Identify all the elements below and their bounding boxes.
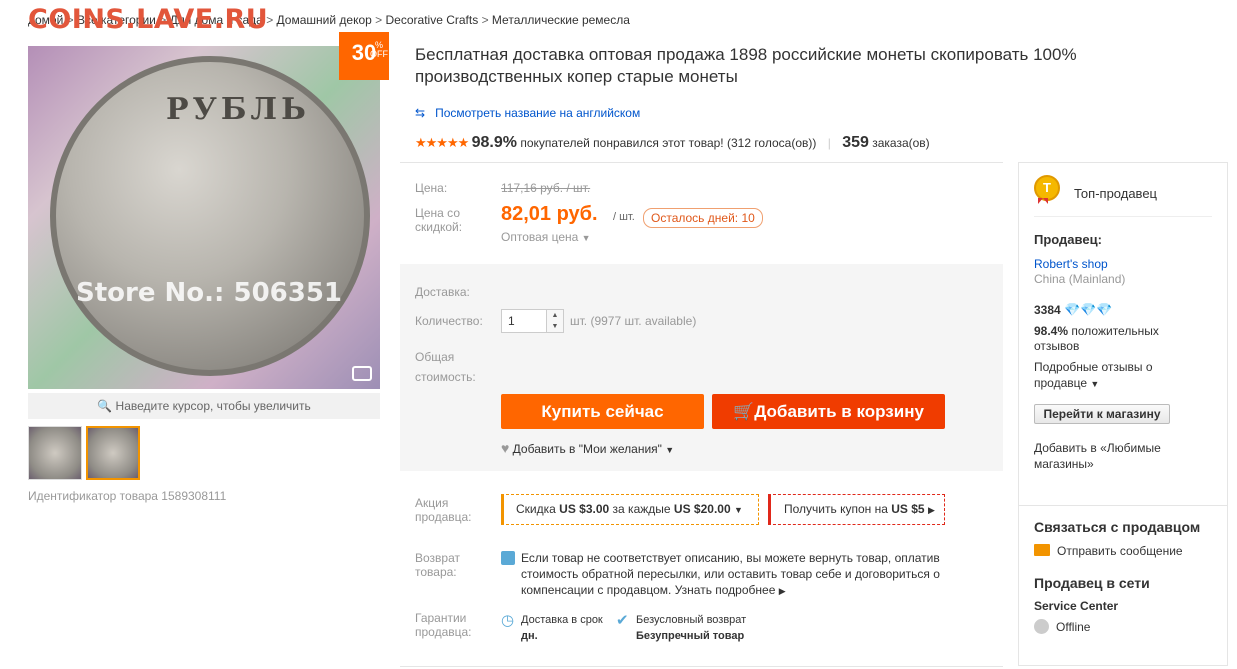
learn-more-link[interactable]: Узнать подробнее ▶ — [675, 583, 786, 597]
returns-label: Возврат товара: — [415, 551, 460, 579]
coin-image: РУБЛЬ — [50, 56, 370, 376]
contact-seller-heading: Связаться с продавцом — [1034, 519, 1201, 535]
chevron-down-icon: ▼ — [665, 445, 675, 455]
breadcrumb-home-decor[interactable]: Домашний декор — [277, 13, 372, 27]
shipping-label: Доставка: — [415, 285, 470, 299]
envelope-icon — [1034, 544, 1050, 556]
divider — [1019, 505, 1227, 506]
buy-now-button[interactable]: Купить сейчас — [501, 394, 704, 429]
divider — [1034, 216, 1212, 217]
service-center-label: Service Center — [1034, 599, 1119, 613]
seller-score[interactable]: 3384 💎💎💎 — [1034, 302, 1113, 318]
breadcrumb-decorative-crafts[interactable]: Decorative Crafts — [386, 13, 479, 27]
diamond-icon: 💎💎💎 — [1064, 302, 1113, 317]
quantity-stepper[interactable]: ▲ ▼ — [546, 310, 563, 332]
seller-discount-dropdown[interactable]: Скидка US $3.00 за каждые US $20.00 ▼ — [501, 494, 759, 525]
detailed-feedback-toggle[interactable]: Подробные отзывы о продавце ▼ — [1034, 359, 1153, 392]
translate-icon: ⇆ — [415, 106, 426, 120]
product-id: Идентификатор товара 1589308111 — [28, 489, 227, 503]
thumbnail-1[interactable] — [28, 426, 82, 480]
go-to-store-button[interactable]: Перейти к магазину — [1034, 404, 1170, 424]
product-title: Бесплатная доставка оптовая продажа 1898… — [415, 45, 1077, 86]
available-text: шт. (9977 шт. available) — [570, 314, 697, 328]
on-time-delivery: Доставка в срок дн. — [521, 614, 603, 642]
quantity-label: Количество: — [415, 314, 483, 328]
store-watermark: Store No.: 506351 — [76, 278, 343, 308]
shop-name-link[interactable]: Robert's shop — [1034, 257, 1108, 271]
return-guarantee-icon: ✔ — [616, 612, 629, 629]
rating-text[interactable]: покупателей понравился этот товар! (312 … — [520, 136, 816, 150]
days-left-badge: Осталось дней: 10 — [643, 208, 763, 228]
cart-icon: 🛒 — [733, 402, 755, 421]
purchase-box — [400, 264, 1003, 471]
offline-status-icon — [1034, 619, 1049, 634]
rating-percent: 98.9% — [471, 134, 517, 151]
chevron-down-icon: ▼ — [1090, 379, 1100, 389]
offline-status: Offline — [1056, 620, 1091, 634]
price-label: Цена: — [415, 181, 448, 195]
unconditional-return: Безусловный возврат Безупречный товар — [636, 614, 747, 642]
guarantee-label: Гарантии продавца: — [415, 611, 472, 639]
heart-icon: ♥ — [501, 440, 510, 456]
seller-heading: Продавец: — [1034, 232, 1102, 247]
seller-country: China (Mainland) — [1034, 272, 1126, 286]
total-label: Общая стоимость: — [415, 350, 476, 384]
get-coupon-button[interactable]: Получить купон на US $5 ▶ — [768, 494, 945, 525]
old-price: 117,16 руб. / шт. — [501, 181, 591, 195]
wholesale-price-toggle[interactable]: Оптовая цена ▼ — [501, 230, 591, 244]
per-unit: / шт. — [613, 211, 635, 223]
main-product-image[interactable]: РУБЛЬ Store No.: 506351 — [28, 46, 380, 389]
thumbnail-2[interactable] — [86, 426, 140, 480]
discount-price-label: Цена со скидкой: — [415, 206, 463, 234]
return-icon — [501, 551, 515, 565]
site-watermark: COINS.LAVE.RU — [28, 4, 269, 35]
add-favorite-store-link[interactable]: Добавить в «Любимые магазины» — [1034, 440, 1161, 472]
clock-icon: ◷ — [501, 612, 515, 629]
breadcrumb-metal-crafts[interactable]: Металлические ремесла — [492, 13, 630, 27]
coin-inscription: РУБЛЬ — [166, 92, 310, 127]
translate-link[interactable]: ⇆ Посмотреть название на английском — [415, 106, 640, 120]
add-to-cart-button[interactable]: 🛒Добавить в корзину — [712, 394, 945, 429]
wishlist-link[interactable]: ♥ Добавить в "Мои желания" ▼ — [501, 440, 674, 456]
rating-row: ★★★★★ 98.9% покупателей понравился этот … — [415, 134, 930, 151]
divider — [400, 666, 1003, 667]
returns-text: Если товар не соответствует описанию, вы… — [521, 551, 940, 597]
zoom-hint: 🔍 Наведите курсор, чтобы увеличить — [28, 393, 380, 419]
discount-off: % OFF — [370, 40, 388, 59]
send-message-link[interactable]: Отправить сообщение — [1057, 544, 1183, 558]
discount-badge: 30 % OFF — [339, 32, 389, 80]
promo-label: Акция продавца: — [415, 496, 472, 524]
camera-icon[interactable] — [352, 366, 372, 381]
magnifier-icon: 🔍 — [97, 399, 113, 413]
top-seller-label: Топ-продавец — [1074, 186, 1157, 201]
chevron-right-icon: ▶ — [927, 505, 935, 515]
seller-online-heading: Продавец в сети — [1034, 575, 1150, 591]
discount-price: 82,01 руб. — [501, 203, 598, 225]
chevron-down-icon: ▼ — [581, 233, 591, 243]
positive-feedback: 98.4% положительных отзывов — [1034, 324, 1159, 353]
medal-ribbon — [1038, 198, 1048, 204]
rating-stars: ★★★★★ — [415, 135, 469, 150]
orders-count: 359 — [842, 134, 869, 151]
chevron-down-icon: ▼ — [733, 505, 743, 515]
divider — [400, 162, 1003, 163]
orders-label: заказа(ов) — [872, 136, 930, 150]
